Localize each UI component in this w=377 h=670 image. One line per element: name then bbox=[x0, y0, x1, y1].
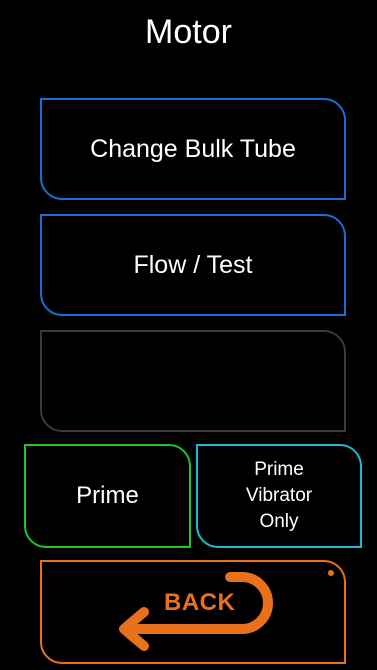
back-label: BACK bbox=[164, 589, 236, 616]
change-bulk-tube-button[interactable]: Change Bulk Tube bbox=[40, 98, 346, 200]
page-title: Motor bbox=[145, 13, 232, 51]
prime-button[interactable]: Prime bbox=[24, 444, 191, 548]
motor-screen: Motor Change Bulk Tube Flow / Test Prime… bbox=[0, 0, 377, 670]
empty-button bbox=[40, 330, 346, 432]
prime-vibrator-only-label: Prime Vibrator Only bbox=[245, 459, 313, 532]
prime-label: Prime bbox=[76, 482, 139, 509]
prime-vibrator-only-button[interactable]: Prime Vibrator Only bbox=[196, 444, 362, 548]
flow-test-label: Flow / Test bbox=[133, 250, 253, 279]
flow-test-button[interactable]: Flow / Test bbox=[40, 214, 346, 316]
back-button[interactable]: BACK bbox=[40, 560, 346, 664]
indicator-dot bbox=[328, 570, 334, 576]
change-bulk-tube-label: Change Bulk Tube bbox=[90, 134, 296, 163]
